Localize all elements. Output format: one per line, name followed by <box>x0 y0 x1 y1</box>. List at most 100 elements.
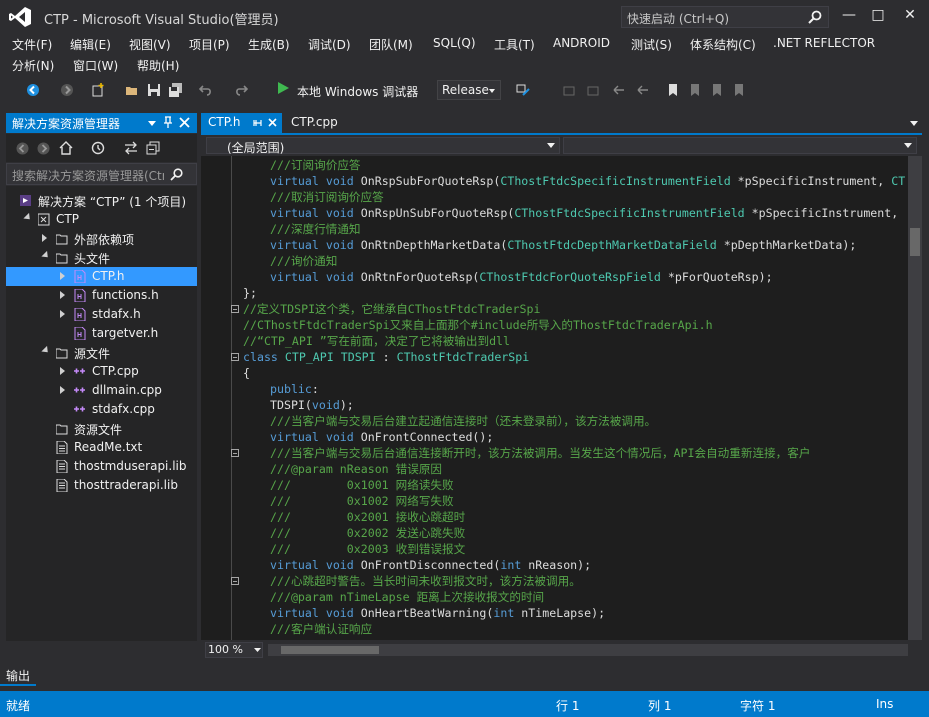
menu-team[interactable]: 团队(M) <box>369 36 413 53</box>
tree-item[interactable]: stdafx.cpp <box>6 400 197 419</box>
menu-net-reflector[interactable]: .NET REFLECTOR <box>773 36 875 50</box>
tree-item[interactable]: ReadMe.txt <box>6 438 197 457</box>
solution-search-input[interactable]: 搜索解决方案资源管理器(Ctrl+;) <box>6 163 197 185</box>
tree-item[interactable]: thostmduserapi.lib <box>6 457 197 476</box>
menu-edit[interactable]: 编辑(E) <box>70 36 111 53</box>
fold-toggle-icon[interactable] <box>231 353 239 361</box>
save-icon[interactable] <box>147 83 161 97</box>
expanded-arrow-icon[interactable] <box>41 345 51 356</box>
uncomment-icon[interactable] <box>636 83 650 97</box>
code-line: ///当客户端与交易后台建立起通信连接时（还未登录前），该方法被调用。 <box>270 413 656 429</box>
dropdown-icon[interactable] <box>146 117 158 129</box>
collapsed-arrow-icon[interactable] <box>42 234 47 242</box>
code-token: nReason); <box>521 558 592 572</box>
collapsed-arrow-icon[interactable] <box>60 272 65 280</box>
member-select[interactable] <box>563 137 917 154</box>
close-icon[interactable] <box>179 117 190 128</box>
history-icon[interactable] <box>91 141 105 155</box>
tree-item[interactable]: CTP <box>6 210 197 229</box>
solution-configuration-select[interactable]: Release <box>437 80 501 100</box>
tree-item[interactable]: 外部依赖项 <box>6 229 197 248</box>
menu-file[interactable]: 文件(F) <box>12 36 52 53</box>
menu-sql[interactable]: SQL(Q) <box>433 36 476 50</box>
tree-item[interactable]: 资源文件 <box>6 419 197 438</box>
menu-project[interactable]: 项目(P) <box>189 36 230 53</box>
tab-ctp-cpp[interactable]: CTP.cpp <box>291 115 338 129</box>
next-bookmark-icon[interactable] <box>710 83 724 97</box>
menu-test[interactable]: 测试(S) <box>631 36 672 53</box>
tree-item[interactable]: CTP.cpp <box>6 362 197 381</box>
attach-process-icon[interactable] <box>516 83 530 97</box>
start-debugging-button[interactable]: 本地 Windows 调试器 <box>297 83 418 100</box>
back-icon[interactable] <box>16 142 29 155</box>
expanded-arrow-icon[interactable] <box>41 250 51 261</box>
zoom-select[interactable]: 100 % <box>205 642 263 658</box>
fold-toggle-icon[interactable] <box>231 305 239 313</box>
pin-icon[interactable] <box>253 117 263 129</box>
menu-tools[interactable]: 工具(T) <box>494 36 535 53</box>
comment-icon[interactable] <box>612 83 626 97</box>
save-all-icon[interactable] <box>169 83 183 97</box>
close-window-button[interactable]: ✕ <box>895 4 925 26</box>
collapsed-arrow-icon[interactable] <box>60 291 65 299</box>
code-line: }; <box>243 285 257 301</box>
maximize-button[interactable]: □ <box>863 4 893 26</box>
quick-launch-input[interactable]: 快速启动 (Ctrl+Q) <box>621 6 829 28</box>
tree-item-label: thostmduserapi.lib <box>74 459 187 473</box>
tree-item[interactable]: stdafx.h <box>6 305 197 324</box>
collapsed-arrow-icon[interactable] <box>60 386 65 394</box>
tree-item-label: dllmain.cpp <box>92 383 162 397</box>
menu-build[interactable]: 生成(B) <box>248 36 290 53</box>
menu-android[interactable]: ANDROID <box>553 36 610 50</box>
forward-icon[interactable] <box>60 83 74 97</box>
tree-item[interactable]: 头文件 <box>6 248 197 267</box>
step-over-icon[interactable] <box>586 83 600 97</box>
tree-item-label: thosttraderapi.lib <box>74 478 178 492</box>
tree-item[interactable]: thosttraderapi.lib <box>6 476 197 495</box>
collapsed-arrow-icon[interactable] <box>60 367 65 375</box>
vertical-scroll-thumb[interactable] <box>910 228 920 256</box>
menu-help[interactable]: 帮助(H) <box>137 57 179 74</box>
expanded-arrow-icon[interactable] <box>23 212 33 223</box>
status-column: 列 1 <box>648 699 672 713</box>
code-token: OnRtnForQuoteRsp( <box>360 270 480 284</box>
menu-analyze[interactable]: 分析(N) <box>12 57 54 74</box>
tree-item[interactable]: CTP.h <box>6 267 197 286</box>
code-editor[interactable]: ///订阅询价应答 virtual void OnRspSubForQuoteRs… <box>201 156 908 640</box>
code-token: ///深度行情通知 <box>270 222 361 236</box>
output-tab[interactable]: 输出 <box>6 667 30 684</box>
home-icon[interactable] <box>59 141 73 155</box>
undo-icon[interactable] <box>199 83 213 97</box>
tree-item[interactable]: 源文件 <box>6 343 197 362</box>
scope-select[interactable]: (全局范围) <box>206 137 560 155</box>
menu-architecture[interactable]: 体系结构(C) <box>690 36 756 53</box>
start-debugging-icon[interactable] <box>276 81 290 95</box>
collapse-all-icon[interactable] <box>146 141 160 155</box>
menu-debug[interactable]: 调试(D) <box>308 36 351 53</box>
fold-toggle-icon[interactable] <box>231 577 239 585</box>
tree-item[interactable]: functions.h <box>6 286 197 305</box>
sync-icon[interactable] <box>124 141 138 155</box>
open-file-icon[interactable] <box>125 83 139 97</box>
clear-bookmarks-icon[interactable] <box>732 83 746 97</box>
tree-item[interactable]: dllmain.cpp <box>6 381 197 400</box>
close-tab-icon[interactable] <box>268 118 277 127</box>
redo-icon[interactable] <box>234 83 248 97</box>
tree-item[interactable]: 解决方案 “CTP” (1 个项目) <box>6 191 197 210</box>
forward-icon[interactable] <box>37 142 50 155</box>
back-icon[interactable] <box>26 83 40 97</box>
chevron-down-icon[interactable] <box>909 119 919 127</box>
pin-icon[interactable] <box>162 116 174 129</box>
tree-item[interactable]: targetver.h <box>6 324 197 343</box>
prev-bookmark-icon[interactable] <box>688 83 702 97</box>
fold-toggle-icon[interactable] <box>231 449 239 457</box>
collapsed-arrow-icon[interactable] <box>60 310 65 318</box>
new-project-icon[interactable] <box>91 83 105 97</box>
lib-file-icon <box>56 460 68 473</box>
minimize-button[interactable]: — <box>834 4 864 26</box>
step-icon[interactable] <box>562 83 576 97</box>
bookmark-icon[interactable] <box>666 83 680 97</box>
menu-window[interactable]: 窗口(W) <box>73 57 118 74</box>
menu-view[interactable]: 视图(V) <box>129 36 171 53</box>
horizontal-scroll-thumb[interactable] <box>281 646 379 654</box>
